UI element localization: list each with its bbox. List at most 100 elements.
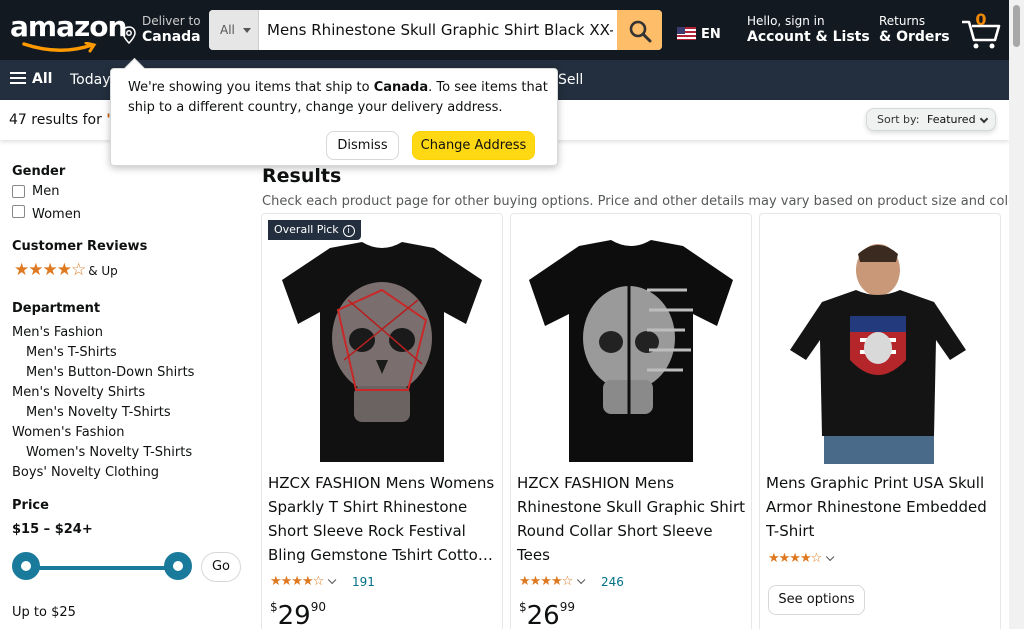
reviews-heading: Customer Reviews	[12, 239, 148, 254]
top-navbar: amazon Deliver to Canada All Mens Rhines…	[0, 0, 1009, 60]
price-whole: 29	[277, 601, 311, 629]
gender-men-label[interactable]: Men	[32, 184, 59, 199]
search-icon	[629, 20, 652, 43]
price-slider-max-handle[interactable]	[164, 552, 192, 580]
price-fraction: 99	[559, 600, 576, 614]
price-range: $15 – $24+	[12, 522, 93, 537]
ship-msg-pre: We're showing you items that ship to	[128, 80, 374, 95]
product-title-link[interactable]: HZCX FASHION Mens Rhinestone Skull Graph…	[517, 471, 745, 567]
price-go-button[interactable]: Go	[201, 552, 241, 582]
dept-womens-novelty-tshirts[interactable]: Women's Novelty T-Shirts	[26, 445, 192, 460]
ship-to-popover: We're showing you items that ship to Can…	[110, 68, 558, 166]
account-lists[interactable]: Hello, sign in Account & Lists	[747, 14, 870, 45]
price-slider-track[interactable]	[27, 566, 177, 570]
product-card: Mens Graphic Print USA Skull Armor Rhine…	[759, 213, 1001, 629]
product-card: Overall Pick i HZCX FASHION Mens Womens S…	[261, 213, 503, 629]
department-heading: Department	[12, 301, 101, 316]
chevron-down-icon	[328, 575, 337, 585]
dept-mens-novelty-shirts[interactable]: Men's Novelty Shirts	[12, 385, 145, 400]
dept-mens-fashion[interactable]: Men's Fashion	[12, 325, 103, 340]
dept-mens-button-down[interactable]: Men's Button-Down Shirts	[26, 365, 194, 380]
scrollbar-thumb[interactable]	[1013, 5, 1020, 47]
all-menu-button[interactable]: All	[10, 71, 52, 87]
logo-text: amazon	[10, 10, 127, 43]
language-label: EN	[701, 27, 721, 42]
search-category-label: All	[220, 23, 235, 37]
dept-mens-tshirts[interactable]: Men's T-Shirts	[26, 345, 117, 360]
product-image[interactable]	[268, 240, 496, 464]
us-flag-icon	[677, 27, 696, 40]
dept-mens-novelty-tshirts[interactable]: Men's Novelty T-Shirts	[26, 405, 171, 420]
star-rating[interactable]: ★★★★☆	[768, 551, 835, 566]
sort-dropdown[interactable]: Sort by: Featured	[866, 108, 996, 131]
price-currency: $	[519, 600, 527, 614]
star-rating-icon: ★★★★☆	[768, 551, 822, 566]
returns-label: Returns	[879, 14, 926, 28]
ship-msg-country: Canada	[373, 80, 429, 95]
product-card: HZCX FASHION Mens Rhinestone Skull Graph…	[510, 213, 752, 629]
search-bar: All	[209, 10, 662, 50]
chevron-down-icon	[979, 114, 989, 124]
deliver-location: Canada	[142, 29, 201, 45]
account-label: Account & Lists	[747, 29, 870, 45]
results-heading: Results	[262, 165, 342, 187]
account-greeting: Hello, sign in	[747, 14, 825, 28]
results-subtext: Check each product page for other buying…	[262, 194, 1024, 209]
star-rating[interactable]: ★★★★☆	[519, 574, 586, 589]
see-options-button[interactable]: See options	[768, 585, 865, 615]
rating-count[interactable]: 246	[601, 575, 624, 589]
amazon-logo[interactable]: amazon	[8, 8, 127, 53]
chevron-down-icon	[577, 575, 586, 585]
overall-pick-badge: Overall Pick i	[268, 220, 361, 240]
ship-to-message: We're showing you items that ship to Can…	[128, 78, 548, 118]
results-count-text: 47 results for	[9, 112, 107, 128]
price-currency: $	[270, 600, 278, 614]
price-up-to-25[interactable]: Up to $25	[12, 605, 76, 620]
gender-men-checkbox[interactable]	[12, 185, 25, 198]
star-rating-icon: ★★★★☆	[270, 574, 324, 589]
hamburger-icon	[10, 72, 26, 84]
deliver-label: Deliver to	[142, 14, 201, 28]
location-pin-icon	[122, 26, 136, 44]
product-image[interactable]	[766, 240, 994, 464]
orders-label: & Orders	[879, 29, 950, 45]
cart-button[interactable]: 0	[959, 8, 1003, 52]
price-heading: Price	[12, 498, 49, 513]
star-rating-icon: ★★★★☆	[519, 574, 573, 589]
search-input[interactable]	[263, 10, 613, 50]
sort-value: Featured	[927, 113, 976, 126]
gender-women-checkbox[interactable]	[12, 205, 25, 218]
rating-count[interactable]: 191	[352, 575, 375, 589]
four-stars-up-filter[interactable]: ★★★★☆ & Up	[14, 260, 118, 280]
dismiss-button[interactable]: Dismiss	[326, 131, 399, 160]
price-fraction: 90	[310, 600, 327, 614]
product-price[interactable]: $2699	[519, 600, 575, 629]
search-category-dropdown[interactable]: All	[209, 10, 259, 50]
dept-womens-fashion[interactable]: Women's Fashion	[12, 425, 125, 440]
language-selector[interactable]: EN	[677, 27, 721, 42]
product-image[interactable]	[517, 240, 745, 464]
star-rating[interactable]: ★★★★☆	[270, 574, 337, 589]
stars-rating-icon: ★★★★☆	[14, 260, 86, 280]
page-scrollbar[interactable]	[1009, 0, 1024, 629]
price-slider-min-handle[interactable]	[12, 552, 40, 580]
returns-orders[interactable]: Returns & Orders	[879, 14, 950, 45]
all-menu-label: All	[32, 71, 53, 87]
sort-label: Sort by:	[877, 113, 920, 126]
gender-heading: Gender	[12, 164, 66, 179]
product-price[interactable]: $2990	[270, 600, 326, 629]
change-address-button[interactable]: Change Address	[412, 131, 535, 160]
smile-icon	[22, 42, 97, 53]
price-whole: 26	[526, 601, 560, 629]
search-button[interactable]	[617, 10, 662, 50]
product-title-link[interactable]: HZCX FASHION Mens Womens Sparkly T Shirt…	[268, 471, 496, 567]
cart-icon	[962, 20, 1001, 49]
usa-skull-tshirt-image	[790, 244, 966, 464]
info-icon[interactable]: i	[342, 225, 355, 237]
dept-boys-novelty[interactable]: Boys' Novelty Clothing	[12, 465, 159, 480]
sell-link[interactable]: Sell	[558, 72, 583, 88]
skull-tshirt-image	[282, 242, 482, 462]
and-up-label: & Up	[88, 264, 118, 278]
skull-tshirt-image	[529, 240, 733, 462]
gender-women-label[interactable]: Women	[32, 207, 81, 222]
